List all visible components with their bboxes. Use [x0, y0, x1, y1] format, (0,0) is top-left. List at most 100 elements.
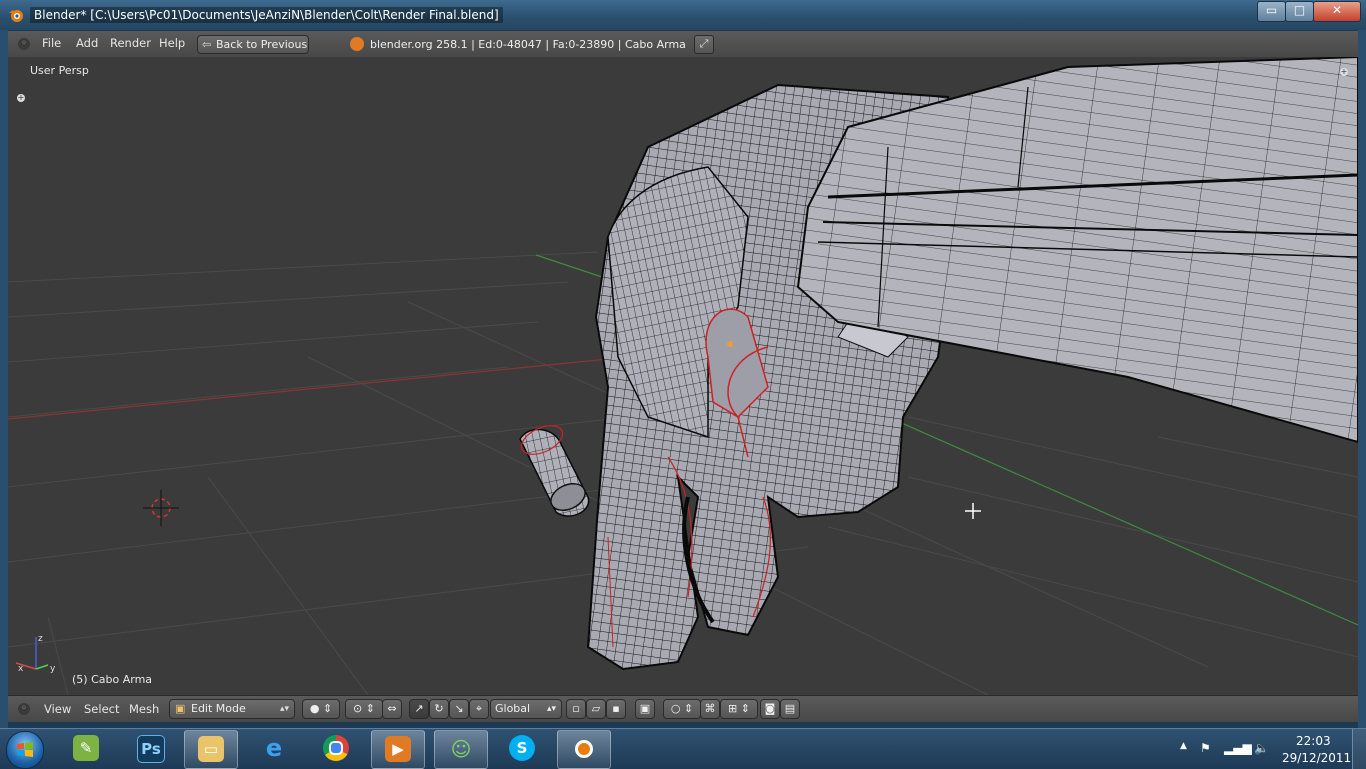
proportional-editing-select[interactable]: ○ ⇕: [663, 699, 701, 719]
render-opengl-button[interactable]: ◙: [760, 699, 780, 719]
messenger-icon: ☺: [450, 737, 472, 761]
menu-render[interactable]: Render: [110, 36, 151, 50]
window-title: Blender* [C:\Users\Pc01\Documents\JeAnzi…: [30, 7, 503, 23]
face-select-button[interactable]: ▪: [606, 699, 626, 719]
window-frame-left: [0, 30, 8, 728]
editor-type-icon[interactable]: ◦: [18, 703, 30, 715]
rotate-icon: ↻: [434, 702, 444, 715]
menu-add[interactable]: Add: [76, 36, 98, 50]
maximize-button[interactable]: □: [1285, 1, 1314, 22]
viewport-canvas[interactable]: x y z: [8, 57, 1358, 695]
snap-element-icon: ⊞ ⇕: [728, 702, 750, 715]
vertex-select-icon: ▫: [572, 702, 580, 715]
close-button[interactable]: ✕: [1313, 1, 1361, 22]
manipulator-icon: ⇔: [387, 702, 397, 715]
snap-element-select[interactable]: ⊞ ⇕: [720, 699, 758, 719]
toolshelf-toggle-icon[interactable]: +: [17, 94, 25, 102]
3d-viewport[interactable]: x y z User Persp (5) Cabo Arma + +: [8, 57, 1358, 695]
mode-select-value: Edit Mode: [191, 702, 246, 715]
edit-mode-icon: ▣: [175, 702, 186, 715]
dropdown-arrows-icon: ▴▾: [279, 704, 289, 714]
volume-icon[interactable]: 🔈: [1254, 741, 1269, 755]
active-object-label: (5) Cabo Arma: [72, 673, 153, 686]
minimize-icon: ▭: [1265, 3, 1278, 17]
network-signal-icon[interactable]: ▂▄▆: [1224, 741, 1252, 755]
translate-icon: ↗: [414, 702, 424, 715]
skype-icon: S: [509, 735, 535, 761]
coreldraw-icon: ✎: [73, 735, 99, 761]
transform-space-button[interactable]: ⌖: [469, 699, 489, 719]
windows-logo-icon: [17, 742, 33, 757]
edge-select-icon: ▱: [591, 702, 601, 715]
menu-file[interactable]: File: [42, 36, 61, 50]
taskbar-messenger[interactable]: ☺: [434, 730, 488, 769]
editor-type-icon[interactable]: ◦: [18, 38, 30, 50]
viewport-shading-select[interactable]: ● ⇕: [302, 699, 340, 719]
3d-cursor-icon[interactable]: [143, 490, 179, 526]
menu-mesh[interactable]: Mesh: [129, 702, 159, 716]
translate-manipulator-button[interactable]: ↗: [409, 699, 429, 719]
taskbar-photoshop[interactable]: Ps: [124, 730, 176, 767]
internet-explorer-icon: e: [265, 734, 283, 762]
blender-icon: [571, 736, 597, 762]
view-label: User Persp: [30, 64, 89, 77]
scale-manipulator-button[interactable]: ↘: [449, 699, 469, 719]
proportional-icon: ○ ⇕: [670, 702, 694, 715]
fullscreen-button[interactable]: ⤢: [694, 35, 714, 54]
face-select-icon: ▪: [612, 702, 620, 715]
occlude-geometry-button[interactable]: ▣: [635, 699, 655, 719]
properties-toggle-icon[interactable]: +: [1340, 68, 1348, 76]
render-animation-button[interactable]: ▤: [780, 699, 800, 719]
dropdown-arrows-icon: ▴▾: [546, 704, 556, 714]
taskbar-skype[interactable]: S: [496, 730, 548, 767]
close-icon: ✕: [1331, 3, 1343, 17]
media-player-icon: ▶: [385, 736, 411, 762]
window-frame-right: [1358, 30, 1366, 728]
start-button[interactable]: [6, 731, 44, 769]
minimize-button[interactable]: ▭: [1257, 1, 1286, 22]
back-to-previous-label: Back to Previous: [216, 38, 308, 51]
folder-icon: ▭: [198, 736, 224, 762]
taskbar-chrome[interactable]: [310, 730, 362, 767]
blender-logo-icon: [9, 10, 23, 22]
snap-toggle[interactable]: ⌘: [700, 699, 720, 719]
clock-date[interactable]: 29/12/2011: [1282, 751, 1351, 765]
fullscreen-icon: ⤢: [699, 37, 709, 50]
manipulator-toggle[interactable]: ⇔: [382, 699, 402, 719]
transform-orientation-select[interactable]: Global ▴▾: [490, 699, 562, 719]
menu-view[interactable]: View: [44, 702, 71, 716]
mode-select[interactable]: ▣ Edit Mode ▴▾: [169, 699, 295, 719]
taskbar-media-player[interactable]: ▶: [371, 730, 425, 769]
clock-time[interactable]: 22:03: [1296, 734, 1331, 748]
vertex-select-button[interactable]: ▫: [566, 699, 586, 719]
scale-icon: ↘: [454, 702, 464, 715]
rotate-manipulator-button[interactable]: ↻: [429, 699, 449, 719]
back-to-previous-button[interactable]: ⇦ Back to Previous: [197, 35, 309, 54]
axis-gizmo: x y z: [15, 634, 56, 674]
maximize-icon: □: [1293, 3, 1306, 17]
taskbar-explorer[interactable]: ▭: [184, 730, 238, 769]
occlude-icon: ▣: [639, 702, 651, 715]
edge-select-button[interactable]: ▱: [586, 699, 606, 719]
taskbar-internet-explorer[interactable]: e: [248, 730, 300, 767]
show-hidden-icons-icon[interactable]: ▲: [1180, 741, 1187, 751]
taskbar-coreldraw[interactable]: ✎: [60, 730, 112, 767]
chrome-icon: [323, 735, 349, 761]
window-titlebar[interactable]: Blender* [C:\Users\Pc01\Documents\JeAnzi…: [0, 0, 1366, 30]
solid-shading-icon: ● ⇕: [309, 702, 333, 715]
action-center-flag-icon[interactable]: ⚑: [1200, 741, 1211, 755]
taskbar-blender[interactable]: [557, 730, 611, 769]
pivot-point-select[interactable]: ⊙ ⇕: [345, 699, 383, 719]
axis-z-label: z: [38, 634, 43, 644]
clapper-icon: ▤: [784, 702, 796, 715]
scene-stats-text: blender.org 258.1 | Ed:0-48047 | Fa:0-23…: [370, 38, 686, 51]
menu-help[interactable]: Help: [159, 36, 185, 50]
bullet-mesh[interactable]: [517, 420, 590, 517]
show-desktop-button[interactable]: [1352, 729, 1366, 769]
3d-view-header: ◦ View Select Mesh ▣ Edit Mode ▴▾ ● ⇕ ⊙ ⇕ …: [8, 695, 1358, 722]
info-header: ◦ File Add Render Help ⇦ Back to Previous…: [8, 31, 1358, 58]
axis-y-label: y: [50, 664, 56, 674]
orientation-value: Global: [495, 702, 531, 715]
camera-icon: ◙: [764, 702, 776, 715]
menu-select[interactable]: Select: [84, 702, 119, 716]
